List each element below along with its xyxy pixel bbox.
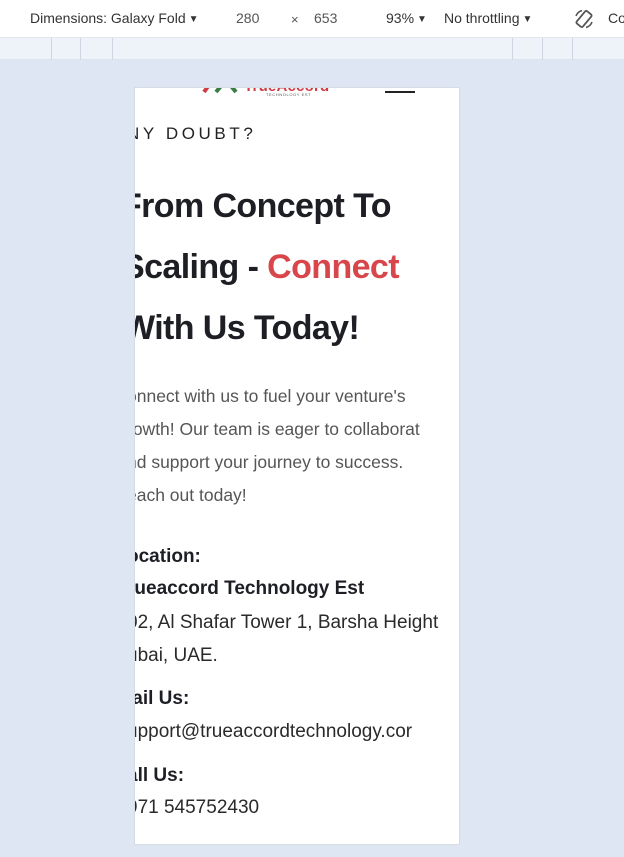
headline-accent: Connect xyxy=(267,248,399,286)
site-logo[interactable]: TrueAccord TECHNOLOGY EST xyxy=(202,88,332,102)
headline-line-1: From Concept To xyxy=(134,187,392,225)
mail-label: lail Us: xyxy=(135,688,190,709)
intro-line: each out today! xyxy=(134,485,247,505)
dimensions-dropdown[interactable]: Dimensions: Galaxy Fold ▼ xyxy=(30,10,199,26)
headline-line-2-start: Scaling - xyxy=(134,248,268,286)
caret-down-icon: ▼ xyxy=(188,14,199,25)
headline-line-3: With Us Today! xyxy=(134,309,360,347)
caret-down-icon: ▼ xyxy=(417,14,427,25)
intro-line: rowth! Our team is eager to collaborat xyxy=(134,419,420,439)
section-eyebrow: NY DOUBT? xyxy=(134,124,257,143)
logo-subtext: TECHNOLOGY EST xyxy=(266,92,312,97)
address-line-2: ubai, UAE. xyxy=(134,645,218,666)
intro-paragraph: onnect with us to fuel your venture's ro… xyxy=(134,380,459,512)
rotate-icon[interactable] xyxy=(573,8,595,30)
menu-icon[interactable] xyxy=(385,91,415,93)
dimensions-label: Dimensions: Galaxy Fold xyxy=(30,10,186,26)
throttling-dropdown[interactable]: No throttling ▼ xyxy=(444,10,532,26)
call-label: all Us: xyxy=(135,765,185,786)
zoom-dropdown[interactable]: 93% ▼ xyxy=(386,10,427,26)
caret-down-icon: ▼ xyxy=(522,14,533,25)
address: 02, Al Shafar Tower 1, Barsha Height uba… xyxy=(134,606,439,672)
intro-line: onnect with us to fuel your venture's xyxy=(134,386,406,406)
device-toolbar: Dimensions: Galaxy Fold ▼ 280 × 653 93% ▼ … xyxy=(0,0,624,38)
media-query-ruler xyxy=(0,38,624,60)
email-link[interactable]: upport@trueaccordtechnology.cor xyxy=(135,721,412,743)
logo-mark-icon xyxy=(202,88,238,94)
zoom-value: 93% xyxy=(386,10,415,26)
phone-link[interactable]: 971 545752430 xyxy=(135,797,259,819)
page-headline: From Concept To Scaling - Connect With U… xyxy=(134,176,459,359)
throttling-value: No throttling xyxy=(444,10,520,26)
address-line-1: 02, Al Shafar Tower 1, Barsha Height xyxy=(134,612,439,633)
toolbar-overflow-label: Co xyxy=(608,10,624,26)
intro-line: nd support your journey to success. xyxy=(134,452,404,472)
height-input[interactable]: 653 xyxy=(314,10,337,26)
device-viewport: TrueAccord TECHNOLOGY EST NY DOUBT? From… xyxy=(134,87,460,845)
company-name: rueaccord Technology Est xyxy=(134,578,365,599)
location-label: ocation: xyxy=(134,546,201,567)
width-input[interactable]: 280 xyxy=(236,10,259,26)
headline-line-2: Scaling - Connect xyxy=(134,237,459,298)
times-separator: × xyxy=(291,12,299,27)
